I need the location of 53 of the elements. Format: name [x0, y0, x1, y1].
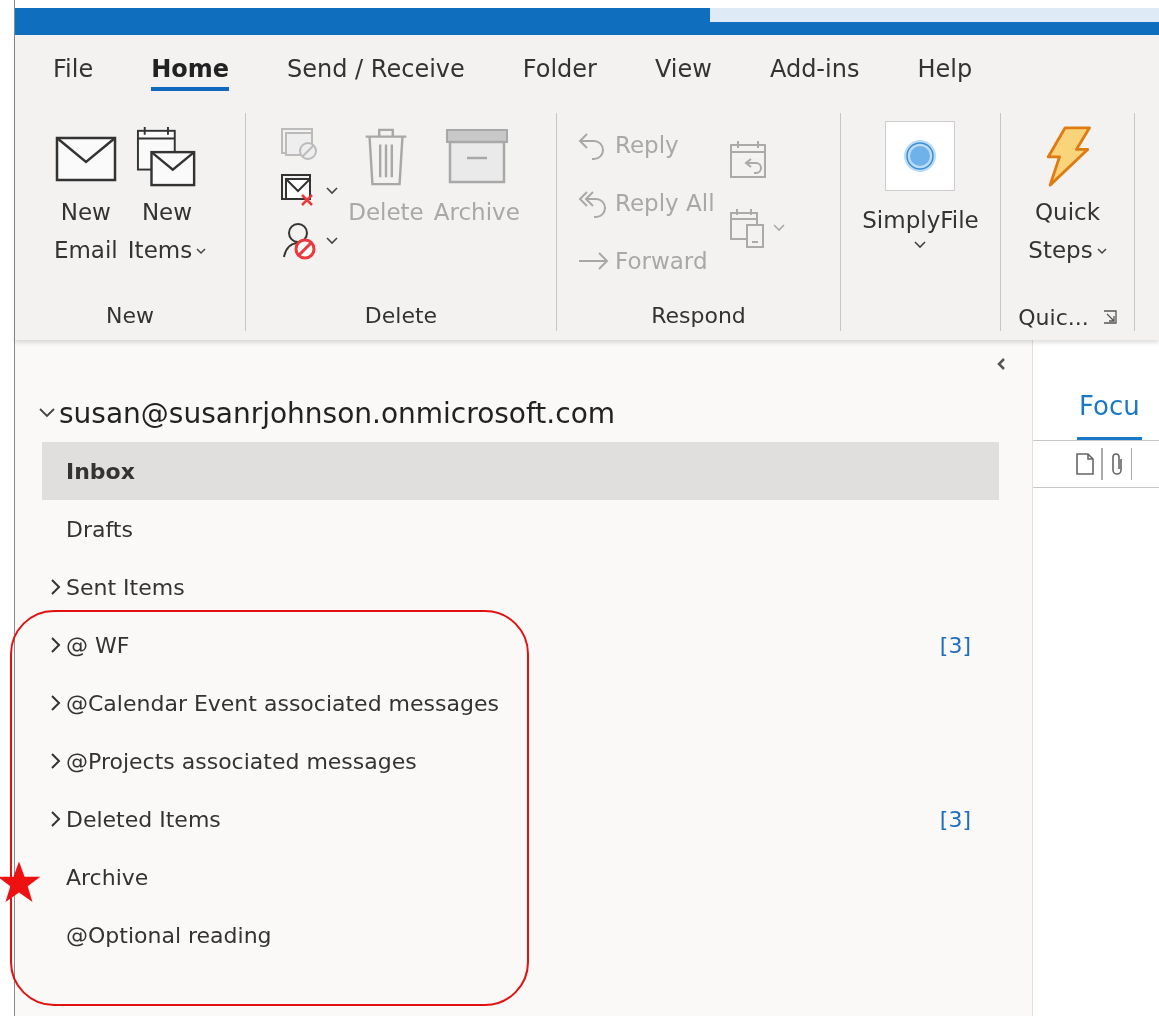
folder-item[interactable]: @Optional reading — [42, 906, 999, 964]
folder-name: Sent Items — [66, 574, 186, 600]
simplyfile-button[interactable]: SimplyFile — [860, 121, 981, 253]
focused-tab[interactable]: Focu — [1077, 391, 1142, 440]
folder-item[interactable]: Archive — [42, 848, 999, 906]
chevron-icon[interactable] — [50, 694, 62, 712]
folder-name: Inbox — [66, 458, 136, 484]
folder-item[interactable]: Drafts — [42, 500, 999, 558]
search-field[interactable] — [710, 8, 1159, 22]
folder-item[interactable]: Sent Items — [42, 558, 999, 616]
folder-item[interactable]: Deleted Items [3] — [42, 790, 999, 848]
group-label: Delete — [363, 303, 439, 330]
folder-name: @Calendar Event associated messages — [66, 690, 500, 716]
simplyfile-icon — [885, 121, 956, 191]
folder-item[interactable]: @Projects associated messages — [42, 732, 999, 790]
chevron-icon — [38, 407, 56, 419]
caret-icon[interactable] — [326, 237, 339, 245]
new-email-button[interactable]: New Email — [51, 121, 120, 273]
group-label: Quic... — [1018, 304, 1089, 330]
group-label: Respond — [650, 303, 747, 330]
folder-item[interactable]: @Calendar Event associated messages — [42, 674, 999, 732]
ribbon-tab[interactable]: File — [53, 35, 94, 91]
folder-item[interactable]: @ WF [3] — [42, 616, 999, 674]
caret-icon[interactable] — [326, 187, 339, 195]
unread-count: [3] — [939, 632, 971, 658]
ribbon-tab[interactable]: Folder — [522, 35, 597, 91]
ribbon-tab[interactable]: View — [654, 35, 712, 91]
new-items-button[interactable]: New Items — [125, 121, 209, 273]
unread-count: [3] — [939, 806, 971, 832]
ribbon-tab[interactable]: Add-ins — [769, 35, 860, 91]
folder-name: Drafts — [66, 516, 134, 542]
group-label: New — [105, 303, 155, 330]
folder-name: @Projects associated messages — [66, 748, 418, 774]
chevron-icon[interactable] — [50, 636, 62, 654]
ribbon-tab[interactable]: Help — [917, 35, 973, 91]
folder-name: Archive — [66, 864, 150, 890]
folder-name: Deleted Items — [66, 806, 222, 832]
caret-icon — [196, 248, 207, 255]
account-item[interactable]: susan@susanrjohnson.onmicrosoft.com — [30, 384, 999, 442]
chevron-icon[interactable] — [50, 578, 62, 596]
caret-icon — [1096, 248, 1107, 255]
document-icon[interactable] — [1075, 452, 1095, 476]
chevron-icon[interactable] — [50, 810, 62, 828]
folder-item[interactable]: Inbox — [42, 442, 999, 500]
collapse-icon[interactable] — [996, 357, 1006, 371]
quick-steps-button[interactable]: Quick Steps — [1026, 121, 1109, 273]
folder-name: @Optional reading — [66, 922, 273, 948]
caret-icon — [914, 241, 927, 249]
dialog-launcher-icon[interactable] — [1102, 310, 1117, 324]
folder-name: @ WF — [66, 632, 131, 658]
chevron-icon[interactable] — [50, 752, 62, 770]
ribbon-tab[interactable]: Send / Receive — [287, 35, 465, 91]
ribbon-tab[interactable]: Home — [151, 35, 230, 91]
